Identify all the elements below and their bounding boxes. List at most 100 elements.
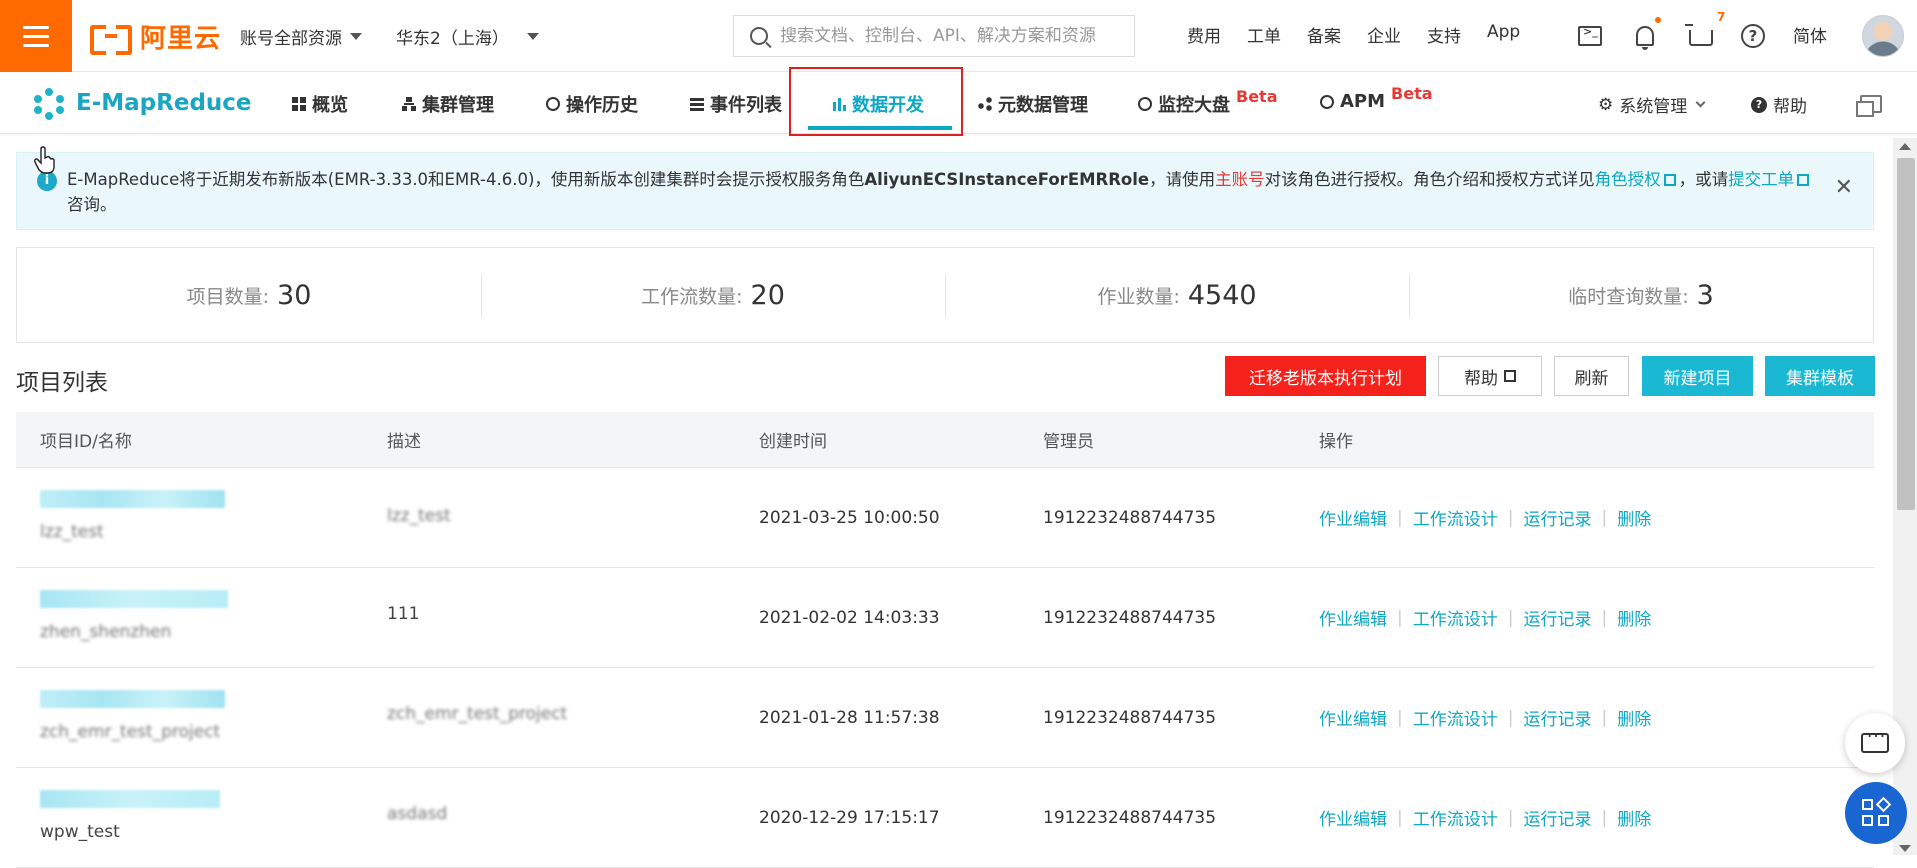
cart-count-badge: 7	[1717, 10, 1726, 24]
aliyun-logo[interactable]: 阿里云	[90, 18, 221, 55]
nav-monitoring-dashboard[interactable]: 监控大盘 Beta	[1138, 87, 1278, 117]
region-select[interactable]: 华东2（上海）	[396, 24, 539, 49]
column-header: 项目ID/名称	[40, 432, 132, 452]
help-circle-icon[interactable]: ?	[1741, 24, 1765, 48]
table-row: lzz_test lzz_test 2021-03-25 10:00:50 19…	[16, 468, 1874, 568]
nav-data-development[interactable]: 数据开发	[832, 91, 924, 117]
menu-icon[interactable]	[0, 0, 72, 72]
admin-id: 1912232488744735	[1043, 707, 1217, 728]
delete-link[interactable]: 删除	[1617, 705, 1651, 730]
cart-icon[interactable]	[1685, 24, 1713, 46]
search-input[interactable]	[780, 26, 1120, 46]
refresh-button[interactable]: 刷新	[1554, 356, 1629, 396]
new-project-button[interactable]: 新建项目	[1642, 356, 1753, 396]
table-row: wpw_test asdasd 2020-12-29 17:15:17 1912…	[16, 768, 1874, 868]
top-link-icp[interactable]: 备案	[1307, 22, 1341, 47]
run-records-link[interactable]: 运行记录	[1523, 705, 1591, 730]
run-records-link[interactable]: 运行记录	[1523, 805, 1591, 830]
project-id-link[interactable]	[40, 790, 220, 808]
project-id-link[interactable]	[40, 490, 225, 508]
nav-cluster-management-label: 集群管理	[422, 95, 494, 116]
help-button[interactable]: 帮助	[1438, 356, 1542, 396]
app-center-button[interactable]	[1845, 782, 1907, 844]
nav-help-label: 帮助	[1773, 97, 1807, 117]
role-auth-link[interactable]: 角色授权	[1595, 170, 1661, 189]
run-records-link[interactable]: 运行记录	[1523, 505, 1591, 530]
migrate-plan-button[interactable]: 迁移老版本执行计划	[1225, 356, 1426, 396]
chat-icon	[1861, 727, 1889, 753]
edit-jobs-link[interactable]: 作业编辑	[1319, 705, 1387, 730]
notice-text: ，或请	[1678, 170, 1729, 189]
nav-overview[interactable]: 概览	[292, 91, 348, 117]
external-link-icon	[1797, 174, 1810, 186]
notice-banner: i E-MapReduce将于近期发布新版本(EMR-3.33.0和EMR-4.…	[16, 152, 1874, 230]
chat-button[interactable]	[1845, 713, 1905, 773]
run-records-link[interactable]: 运行记录	[1523, 605, 1591, 630]
column-header: 操作	[1319, 432, 1353, 452]
nav-monitoring-dashboard-label: 监控大盘	[1158, 95, 1230, 116]
top-link-enterprise[interactable]: 企业	[1367, 22, 1401, 47]
scrollbar-thumb[interactable]	[1897, 158, 1915, 510]
nav-event-list[interactable]: 事件列表	[690, 91, 782, 117]
workflow-design-link[interactable]: 工作流设计	[1413, 505, 1498, 530]
edit-jobs-link[interactable]: 作业编辑	[1319, 605, 1387, 630]
project-name: lzz_test	[40, 522, 104, 542]
stat-workflows: 工作流数量: 20	[481, 248, 945, 342]
window-switch-icon[interactable]	[1856, 95, 1882, 117]
project-table: 项目ID/名称 描述 创建时间 管理员 操作 lzz_test lzz_test…	[16, 412, 1874, 868]
hand-cursor-icon	[34, 146, 55, 174]
bell-icon[interactable]	[1636, 26, 1654, 50]
delete-link[interactable]: 删除	[1617, 505, 1651, 530]
language-switch[interactable]: 简体	[1793, 22, 1827, 47]
top-link-app[interactable]: App	[1487, 22, 1520, 47]
created-time: 2021-02-02 14:03:33	[759, 607, 940, 628]
notice-role-name: AliyunECSInstanceForEMRRole	[864, 170, 1150, 189]
submit-ticket-link[interactable]: 提交工单	[1728, 170, 1794, 189]
stat-projects: 项目数量: 30	[17, 248, 481, 342]
workflow-design-link[interactable]: 工作流设计	[1413, 705, 1498, 730]
table-row: zch_emr_test_project zch_emr_test_projec…	[16, 668, 1874, 768]
nav-cluster-management[interactable]: 集群管理	[402, 91, 494, 117]
top-link-tickets[interactable]: 工单	[1247, 22, 1281, 47]
project-id-link[interactable]	[40, 690, 225, 708]
delete-link[interactable]: 删除	[1617, 605, 1651, 630]
aliyun-logo-icon	[90, 23, 132, 55]
notice-text: 对该角色进行授权。角色介绍和授权方式详见	[1264, 170, 1595, 189]
nav-operation-history-label: 操作历史	[566, 95, 638, 116]
terminal-icon[interactable]	[1578, 25, 1602, 46]
scroll-down-arrow-icon[interactable]	[1899, 845, 1911, 852]
stat-label: 工作流数量:	[641, 285, 743, 308]
project-id-link[interactable]	[40, 590, 228, 608]
top-link-support[interactable]: 支持	[1427, 22, 1461, 47]
main-account-text: 主账号	[1215, 170, 1265, 189]
column-header: 描述	[387, 432, 421, 452]
global-search[interactable]	[733, 15, 1135, 57]
workflow-design-link[interactable]: 工作流设计	[1413, 605, 1498, 630]
description-cell: 111	[387, 568, 759, 667]
avatar[interactable]	[1862, 15, 1904, 57]
project-description: lzz_test	[387, 506, 451, 526]
scroll-up-arrow-icon[interactable]	[1899, 143, 1911, 150]
info-icon: i	[37, 171, 57, 191]
project-name: zch_emr_test_project	[40, 722, 221, 742]
edit-jobs-link[interactable]: 作业编辑	[1319, 805, 1387, 830]
admin-id: 1912232488744735	[1043, 807, 1217, 828]
external-link-icon	[1504, 370, 1516, 382]
apm-icon	[1320, 94, 1334, 109]
cluster-template-button[interactable]: 集群模板	[1765, 356, 1875, 396]
project-description: 111	[387, 604, 420, 624]
account-select[interactable]: 账号全部资源	[240, 24, 362, 49]
emr-brand[interactable]: E-MapReduce	[34, 88, 252, 120]
close-icon[interactable]: ✕	[1835, 175, 1853, 200]
delete-link[interactable]: 删除	[1617, 805, 1651, 830]
created-time: 2021-03-25 10:00:50	[759, 507, 940, 528]
nav-metadata-management[interactable]: 元数据管理	[978, 91, 1088, 117]
nav-apm[interactable]: APM Beta	[1320, 84, 1433, 112]
top-link-fees[interactable]: 费用	[1187, 22, 1221, 47]
nav-operation-history[interactable]: 操作历史	[546, 91, 638, 117]
workflow-design-link[interactable]: 工作流设计	[1413, 805, 1498, 830]
nav-help[interactable]: ? 帮助	[1751, 92, 1807, 117]
system-admin-menu[interactable]: ⚙ 系统管理	[1598, 92, 1706, 117]
edit-jobs-link[interactable]: 作业编辑	[1319, 505, 1387, 530]
stat-label: 临时查询数量:	[1568, 285, 1689, 308]
